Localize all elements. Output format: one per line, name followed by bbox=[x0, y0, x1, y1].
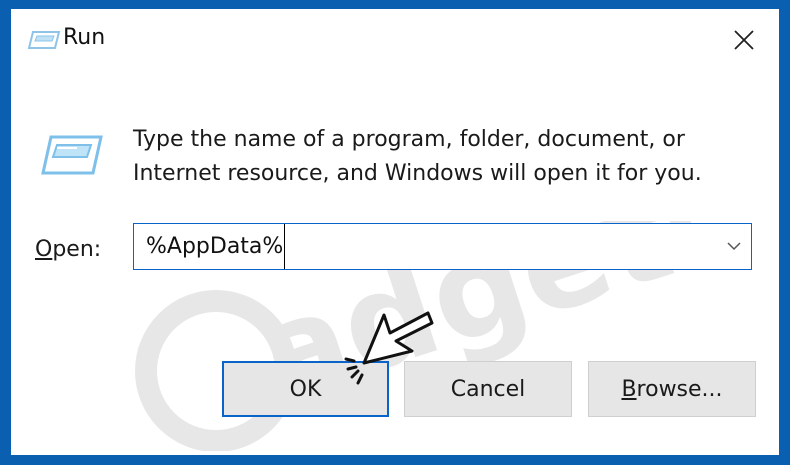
run-dialog: Run Type the name of a program, folder, … bbox=[10, 8, 780, 456]
window-title: Run bbox=[63, 25, 106, 50]
instruction-line-1: Type the name of a program, folder, docu… bbox=[133, 127, 685, 152]
open-label: Open: bbox=[35, 237, 102, 262]
run-dialog-icon bbox=[27, 31, 61, 49]
chevron-down-icon[interactable] bbox=[727, 240, 741, 252]
browse-button[interactable]: Browse... bbox=[588, 361, 756, 417]
open-input[interactable]: %AppData% bbox=[146, 224, 286, 269]
title-bar: Run bbox=[11, 9, 779, 71]
run-program-icon bbox=[41, 135, 103, 175]
close-button[interactable] bbox=[709, 9, 779, 71]
instruction-text: Type the name of a program, folder, docu… bbox=[133, 123, 753, 191]
open-combobox[interactable]: %AppData% bbox=[133, 223, 752, 270]
instruction-line-2: Internet resource, and Windows will open… bbox=[133, 161, 702, 186]
pointer-arrow-icon bbox=[344, 311, 434, 385]
close-icon bbox=[734, 30, 754, 50]
